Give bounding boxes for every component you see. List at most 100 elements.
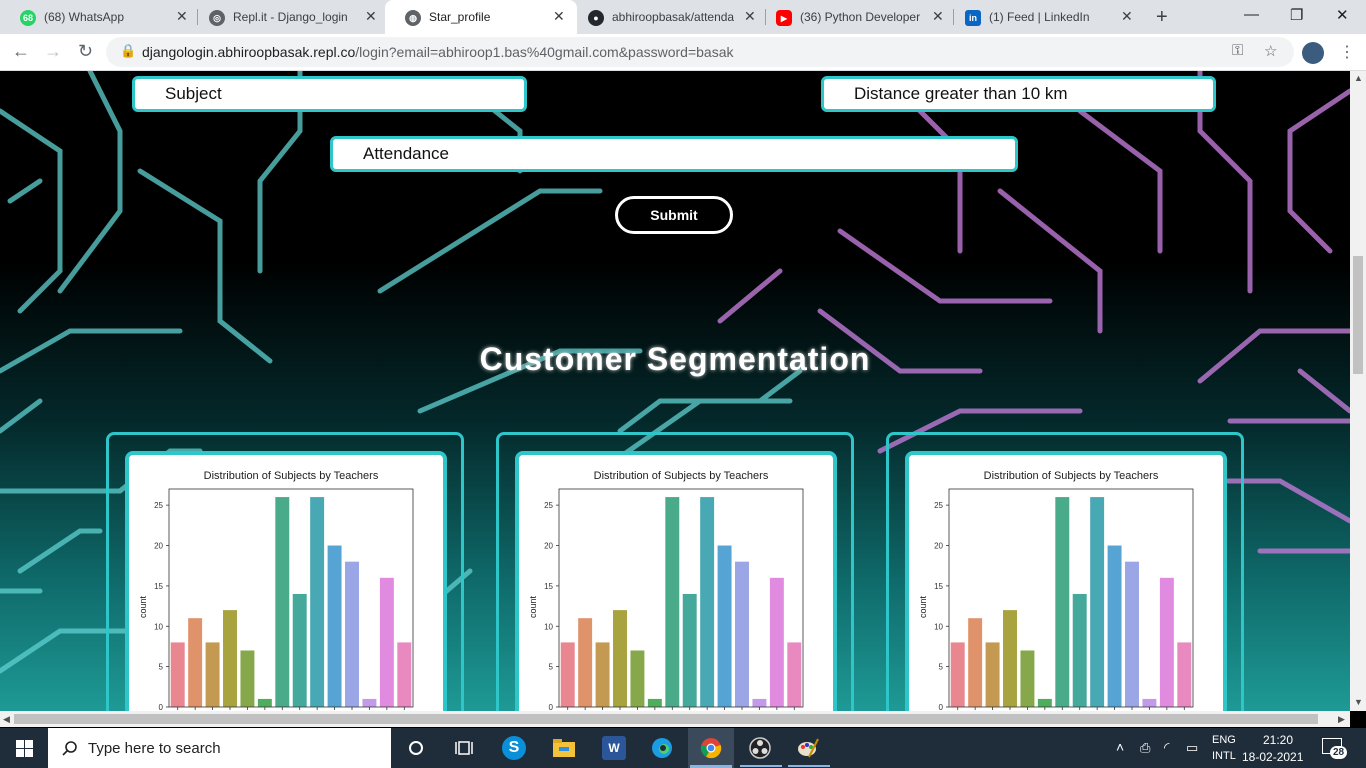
close-icon[interactable]: ✕ xyxy=(744,8,756,25)
close-icon[interactable]: ✕ xyxy=(1121,8,1133,25)
submit-button[interactable]: Submit xyxy=(615,196,733,234)
bar xyxy=(1037,698,1052,707)
tab-linkedin[interactable]: in (1) Feed | LinkedIn ✕ xyxy=(945,0,1141,34)
cortana-icon[interactable] xyxy=(404,736,428,760)
language-indicator[interactable]: ENG xyxy=(1212,734,1236,746)
close-icon[interactable]: ✕ xyxy=(932,8,944,25)
keyboard-layout[interactable]: INTL xyxy=(1212,750,1236,762)
y-tick-label: 0 xyxy=(939,703,944,711)
youtube-icon: ▶ xyxy=(776,10,792,26)
taskbar-search[interactable]: Type here to search xyxy=(48,728,391,768)
tab-title: (1) Feed | LinkedIn xyxy=(989,10,1090,24)
obs-icon[interactable] xyxy=(748,736,772,760)
chart-panel: Distribution of Subjects by Teachers coun… xyxy=(905,451,1227,711)
file-explorer-icon[interactable] xyxy=(552,736,576,760)
horizontal-scroll-thumb[interactable] xyxy=(14,714,1318,724)
section-title: Customer Segmentation xyxy=(479,341,871,377)
url-host: djangologin.abhiroopbasak.repl.co xyxy=(142,44,356,60)
plot-frame xyxy=(558,488,804,708)
bar xyxy=(1177,642,1192,707)
bar-chart: Distribution of Subjects by Teachers coun… xyxy=(138,470,414,711)
paint-icon[interactable] xyxy=(796,736,820,760)
tab-github[interactable]: ● abhiroopbasak/attenda ✕ xyxy=(568,0,764,34)
star-icon[interactable]: ☆ xyxy=(1264,42,1277,60)
scroll-left-icon[interactable]: ◀ xyxy=(3,714,10,725)
bar xyxy=(1072,593,1087,707)
new-tab-button[interactable]: + xyxy=(1156,6,1168,29)
url-text[interactable]: djangologin.abhiroopbasak.repl.co/login?… xyxy=(142,44,734,60)
y-tick-label: 25 xyxy=(154,501,163,510)
close-icon[interactable]: ✕ xyxy=(553,8,565,25)
tab-title: Star_profile xyxy=(429,10,491,24)
browser-toolbar: ← → ↻ 🔒 djangologin.abhiroopbasak.repl.c… xyxy=(0,34,1366,71)
bar xyxy=(223,610,237,707)
vertical-scrollbar[interactable]: ▲ ▼ xyxy=(1350,71,1366,711)
distance-field[interactable]: Distance greater than 10 km xyxy=(821,76,1216,112)
forward-icon[interactable]: → xyxy=(44,41,62,62)
restore-button[interactable]: ❐ xyxy=(1290,6,1303,24)
chart-title: Distribution of Subjects by Teachers xyxy=(204,470,379,482)
chrome-icon[interactable] xyxy=(699,736,723,760)
back-icon[interactable]: ← xyxy=(12,41,30,62)
tab-youtube[interactable]: ▶ (36) Python Developer ✕ xyxy=(756,0,952,34)
menu-icon[interactable]: ⋮ xyxy=(1339,42,1355,62)
github-icon: ● xyxy=(588,10,604,26)
tab-title: (36) Python Developer xyxy=(800,10,921,24)
scroll-up-icon[interactable]: ▲ xyxy=(1354,73,1363,83)
horizontal-scrollbar[interactable]: ◀ ▶ xyxy=(0,711,1350,727)
replit-icon: ◎ xyxy=(209,10,225,26)
windows-start-icon[interactable] xyxy=(16,740,33,757)
meet-now-icon[interactable]: ⎙ xyxy=(1140,740,1150,756)
chart-card: Distribution of Subjects by Teachers coun… xyxy=(496,432,854,711)
chart-panel: Distribution of Subjects by Teachers coun… xyxy=(125,451,447,711)
minimize-button[interactable]: — xyxy=(1244,6,1259,23)
tab-whatsapp[interactable]: 68 (68) WhatsApp ✕ xyxy=(0,0,196,34)
task-view-icon[interactable] xyxy=(452,736,476,760)
close-icon[interactable]: ✕ xyxy=(365,8,377,25)
bar xyxy=(682,593,697,707)
subject-field[interactable]: Subject xyxy=(132,76,527,112)
skype-icon[interactable]: S xyxy=(502,736,526,760)
windows-taskbar: Type here to search S W ˄ ⎙ ◜ ▭ ENG INTL… xyxy=(0,728,1366,768)
y-tick-label: 15 xyxy=(154,582,163,591)
attendance-field[interactable]: Attendance xyxy=(330,136,1018,172)
tab-star-profile[interactable]: ◍ Star_profile ✕ xyxy=(385,0,577,34)
bar xyxy=(188,618,203,707)
bar xyxy=(1125,561,1139,707)
bar xyxy=(170,642,185,707)
scroll-right-icon[interactable]: ▶ xyxy=(1338,714,1345,725)
lock-icon[interactable]: 🔒 xyxy=(120,43,136,59)
bar xyxy=(787,642,802,707)
key-icon[interactable]: ⚿ xyxy=(1232,42,1243,59)
bar xyxy=(327,545,342,707)
address-bar[interactable]: 🔒 djangologin.abhiroopbasak.repl.co/logi… xyxy=(106,37,1294,67)
vertical-scroll-thumb[interactable] xyxy=(1353,256,1363,374)
tab-title: (68) WhatsApp xyxy=(44,10,125,24)
page-viewport: Subject Distance greater than 10 km Atte… xyxy=(0,71,1350,711)
wifi-icon[interactable]: ◜ xyxy=(1164,739,1169,756)
clock-time[interactable]: 21:20 xyxy=(1263,733,1293,747)
chart-card: Distribution of Subjects by Teachers coun… xyxy=(886,432,1244,711)
bar xyxy=(1142,698,1157,707)
tab-replit[interactable]: ◎ Repl.it - Django_login ✕ xyxy=(189,0,385,34)
show-hidden-icons[interactable]: ˄ xyxy=(1116,739,1124,755)
globe-icon: ◍ xyxy=(405,10,421,26)
battery-icon[interactable]: ▭ xyxy=(1186,740,1198,756)
chart-card: Distribution of Subjects by Teachers coun… xyxy=(106,432,464,711)
window-close-button[interactable]: ✕ xyxy=(1336,6,1349,24)
bar xyxy=(379,577,394,707)
linkedin-icon: in xyxy=(965,10,981,26)
bar xyxy=(1055,497,1070,707)
clock-date[interactable]: 18-02-2021 xyxy=(1242,750,1303,764)
chart-title: Distribution of Subjects by Teachers xyxy=(594,470,769,482)
y-tick-label: 25 xyxy=(934,501,943,510)
scroll-down-icon[interactable]: ▼ xyxy=(1354,697,1363,707)
reload-icon[interactable]: ↻ xyxy=(78,41,93,62)
bar xyxy=(578,618,593,707)
word-icon[interactable]: W xyxy=(602,736,626,760)
avatar[interactable] xyxy=(1302,42,1324,64)
edge-icon[interactable] xyxy=(650,736,674,760)
bar xyxy=(292,593,307,707)
bar xyxy=(595,642,610,707)
close-icon[interactable]: ✕ xyxy=(176,8,188,25)
